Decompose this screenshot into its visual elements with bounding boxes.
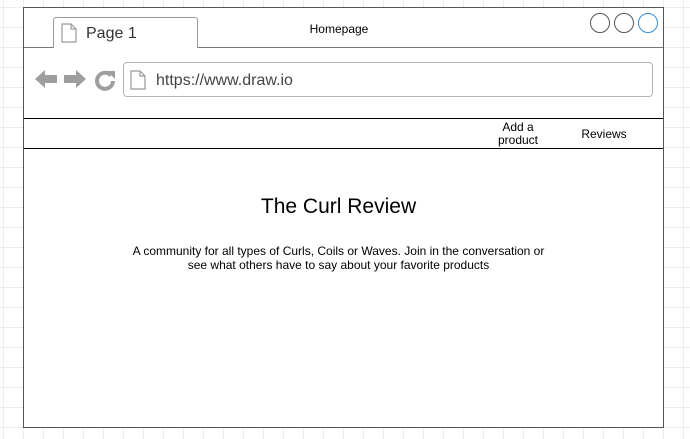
- navigation-bar: https://www.draw.io: [24, 48, 663, 117]
- description-line-2: see what others have to say about your f…: [187, 258, 490, 272]
- page-title: The Curl Review: [260, 195, 417, 218]
- add-product-label-line2: product: [497, 133, 539, 147]
- back-arrow-icon[interactable]: [34, 69, 58, 94]
- reviews-link[interactable]: Reviews: [572, 127, 636, 141]
- tab-bar: Page 1 Homepage: [24, 8, 663, 48]
- address-bar[interactable]: https://www.draw.io: [123, 62, 653, 97]
- url-text: https://www.draw.io: [156, 72, 293, 89]
- window-button-1[interactable]: [590, 13, 610, 33]
- page-icon: [61, 23, 77, 48]
- window-title: Homepage: [309, 22, 369, 36]
- forward-arrow-icon[interactable]: [63, 69, 87, 94]
- description-line-1: A community for all types of Curls, Coil…: [132, 244, 545, 258]
- tab-label: Page 1: [86, 25, 137, 42]
- window-button-2[interactable]: [614, 13, 634, 33]
- site-menu-bar: Add a product Reviews: [24, 118, 663, 149]
- window-button-3[interactable]: [638, 13, 658, 33]
- reload-icon[interactable]: [94, 69, 116, 96]
- browser-window-mockup: Page 1 Homepage https://www.draw.io Add …: [23, 7, 664, 428]
- tab-page-1[interactable]: Page 1: [53, 17, 198, 48]
- page-description: A community for all types of Curls, Coil…: [126, 244, 551, 272]
- page-icon: [130, 70, 146, 95]
- add-product-link[interactable]: Add a product: [490, 121, 546, 147]
